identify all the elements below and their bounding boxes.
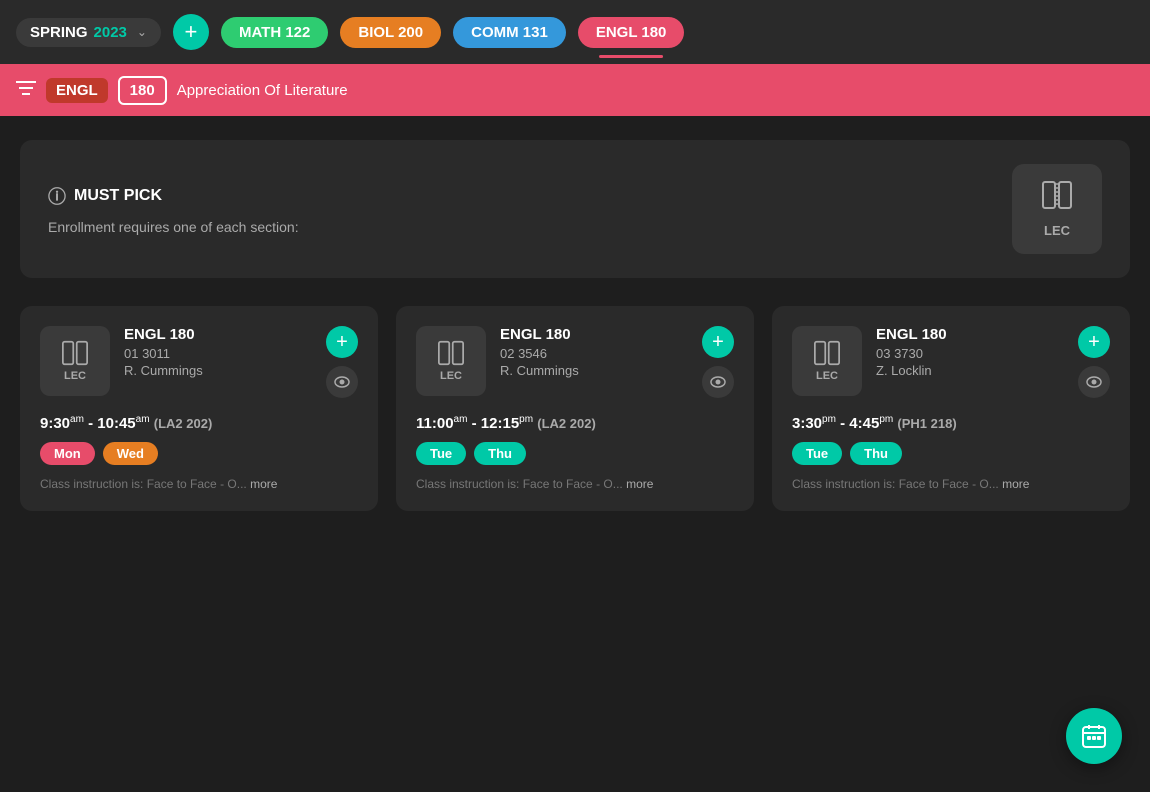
section-actions-1: + <box>326 326 358 398</box>
section-info-3: ENGL 180 03 3730 Z. Locklin <box>876 326 1064 378</box>
add-section-button-3[interactable]: + <box>1078 326 1110 358</box>
top-nav: SPRING 2023 ⌄ + MATH 122 BIOL 200 COMM 1… <box>0 0 1150 64</box>
tab-active-underline <box>599 55 663 58</box>
section-card-top-1: LEC ENGL 180 01 3011 R. Cummings + <box>40 326 358 398</box>
section-instructor-1: R. Cummings <box>124 363 312 378</box>
must-pick-text: ⓘ MUST PICK Enrollment requires one of e… <box>48 183 984 235</box>
day-tue-badge-2: Tue <box>416 442 466 465</box>
section-card-top-2: LEC ENGL 180 02 3546 R. Cummings + <box>416 326 734 398</box>
sections-row: LEC ENGL 180 01 3011 R. Cummings + <box>20 306 1130 511</box>
section-card-2: LEC ENGL 180 02 3546 R. Cummings + <box>396 306 754 511</box>
section-id-3: 03 3730 <box>876 346 1064 361</box>
eye-button-1[interactable] <box>326 366 358 398</box>
must-pick-title: ⓘ MUST PICK <box>48 183 984 209</box>
section-actions-2: + <box>702 326 734 398</box>
day-thu-badge-3: Thu <box>850 442 902 465</box>
section-desc-1: Class instruction is: Face to Face - O..… <box>40 477 358 491</box>
filter-icon[interactable] <box>16 80 36 101</box>
section-card-top-3: LEC ENGL 180 03 3730 Z. Locklin + <box>792 326 1110 398</box>
section-id-1: 01 3011 <box>124 346 312 361</box>
floating-calendar-button[interactable] <box>1066 708 1122 764</box>
days-row-3: Tue Thu <box>792 442 1110 465</box>
section-lec-icon-3: LEC <box>792 326 862 396</box>
more-link-3[interactable]: more <box>1002 477 1029 491</box>
course-number-badge: 180 <box>118 76 167 105</box>
info-icon: ⓘ <box>48 183 66 209</box>
section-card-3: LEC ENGL 180 03 3730 Z. Locklin + <box>772 306 1130 511</box>
section-info-1: ENGL 180 01 3011 R. Cummings <box>124 326 312 378</box>
book-icon <box>1041 180 1073 217</box>
section-card-1: LEC ENGL 180 01 3011 R. Cummings + <box>20 306 378 511</box>
semester-year: 2023 <box>94 24 127 41</box>
semester-selector[interactable]: SPRING 2023 ⌄ <box>16 18 161 47</box>
tab-math122[interactable]: MATH 122 <box>221 17 328 48</box>
eye-button-2[interactable] <box>702 366 734 398</box>
calendar-icon <box>1081 723 1107 749</box>
tab-comm131[interactable]: COMM 131 <box>453 17 566 48</box>
section-course-name-2: ENGL 180 <box>500 326 688 343</box>
add-section-button-2[interactable]: + <box>702 326 734 358</box>
course-dept-badge: ENGL <box>46 78 108 103</box>
eye-button-3[interactable] <box>1078 366 1110 398</box>
day-wed-badge: Wed <box>103 442 158 465</box>
more-link-1[interactable]: more <box>250 477 277 491</box>
section-info-2: ENGL 180 02 3546 R. Cummings <box>500 326 688 378</box>
tab-engl180[interactable]: ENGL 180 <box>578 17 685 48</box>
section-actions-3: + <box>1078 326 1110 398</box>
section-instructor-2: R. Cummings <box>500 363 688 378</box>
section-id-2: 02 3546 <box>500 346 688 361</box>
section-lec-icon-2: LEC <box>416 326 486 396</box>
day-thu-badge-2: Thu <box>474 442 526 465</box>
must-pick-desc: Enrollment requires one of each section: <box>48 219 984 235</box>
day-mon-badge: Mon <box>40 442 95 465</box>
section-desc-3: Class instruction is: Face to Face - O..… <box>792 477 1110 491</box>
add-section-button-1[interactable]: + <box>326 326 358 358</box>
section-course-name-3: ENGL 180 <box>876 326 1064 343</box>
section-course-name-1: ENGL 180 <box>124 326 312 343</box>
days-row-2: Tue Thu <box>416 442 734 465</box>
section-time-3: 3:30pm - 4:45pm (PH1 218) <box>792 414 1110 432</box>
course-title: Appreciation Of Literature <box>177 82 348 99</box>
day-tue-badge-3: Tue <box>792 442 842 465</box>
section-lec-icon-1: LEC <box>40 326 110 396</box>
course-header-bar: ENGL 180 Appreciation Of Literature <box>0 64 1150 116</box>
main-content: ⓘ MUST PICK Enrollment requires one of e… <box>0 116 1150 535</box>
days-row-1: Mon Wed <box>40 442 358 465</box>
more-link-2[interactable]: more <box>626 477 653 491</box>
chevron-down-icon: ⌄ <box>137 25 147 39</box>
section-instructor-3: Z. Locklin <box>876 363 1064 378</box>
semester-season: SPRING <box>30 24 88 41</box>
lec-label: LEC <box>1044 223 1070 238</box>
section-time-2: 11:00am - 12:15pm (LA2 202) <box>416 414 734 432</box>
must-pick-card: ⓘ MUST PICK Enrollment requires one of e… <box>20 140 1130 278</box>
add-course-button[interactable]: + <box>173 14 209 50</box>
tab-engl180-inner: ENGL 180 <box>578 17 685 48</box>
tab-biol200[interactable]: BIOL 200 <box>340 17 441 48</box>
section-time-1: 9:30am - 10:45am (LA2 202) <box>40 414 358 432</box>
lec-icon-box: LEC <box>1012 164 1102 254</box>
section-desc-2: Class instruction is: Face to Face - O..… <box>416 477 734 491</box>
